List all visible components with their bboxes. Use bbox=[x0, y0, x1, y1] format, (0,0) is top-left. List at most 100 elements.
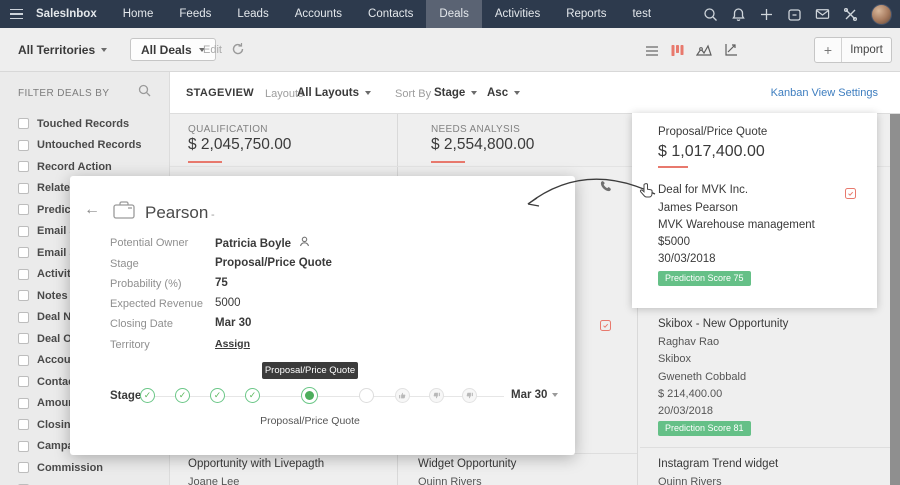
nav-item-contacts[interactable]: Contacts bbox=[355, 0, 426, 28]
mail-icon[interactable] bbox=[815, 7, 830, 22]
search-icon[interactable] bbox=[703, 7, 718, 22]
territory-selector[interactable]: All Territories bbox=[18, 43, 107, 57]
user-avatar[interactable] bbox=[871, 4, 892, 25]
create-import-group: + Import bbox=[814, 37, 892, 63]
thumb-down-icon[interactable] bbox=[429, 388, 444, 403]
filter-item[interactable] bbox=[0, 479, 170, 485]
list-view-icon[interactable] bbox=[645, 44, 659, 62]
checkbox[interactable] bbox=[18, 333, 29, 344]
chart-view-icon[interactable] bbox=[696, 44, 712, 62]
filter-title: FILTER DEALS BY bbox=[18, 88, 109, 99]
hamburger-icon[interactable] bbox=[0, 0, 30, 28]
stage-value[interactable]: Proposal/Price Quote bbox=[215, 257, 332, 269]
calendar-icon[interactable] bbox=[787, 7, 802, 22]
checkbox[interactable] bbox=[18, 226, 29, 237]
title-edit-hint[interactable]: - bbox=[211, 209, 215, 221]
deal-title[interactable]: Skibox - New Opportunity bbox=[658, 318, 788, 330]
checkbox[interactable] bbox=[18, 140, 29, 151]
task-icon[interactable] bbox=[845, 186, 856, 204]
stage-done-icon[interactable]: ✓ bbox=[175, 388, 190, 403]
checkbox[interactable] bbox=[18, 398, 29, 409]
kanban-view-settings-link[interactable]: Kanban View Settings bbox=[771, 87, 878, 99]
deal-title[interactable]: Widget Opportunity bbox=[418, 458, 516, 470]
checkbox[interactable] bbox=[18, 462, 29, 473]
nav-item-leads[interactable]: Leads bbox=[224, 0, 281, 28]
plus-icon[interactable] bbox=[759, 7, 774, 22]
deal-title[interactable]: Instagram Trend widget bbox=[658, 458, 778, 470]
checkbox[interactable] bbox=[18, 290, 29, 301]
territory-assign-link[interactable]: Assign bbox=[215, 338, 250, 350]
briefcase-icon bbox=[112, 200, 136, 225]
field-label: Territory bbox=[110, 339, 150, 351]
tools-icon[interactable] bbox=[843, 7, 858, 22]
thumb-down-icon[interactable] bbox=[462, 388, 477, 403]
checkbox[interactable] bbox=[18, 419, 29, 430]
stage-done-icon[interactable]: ✓ bbox=[210, 388, 225, 403]
deal-date: 30/03/2018 bbox=[658, 253, 716, 265]
field-label: Closing Date bbox=[110, 318, 173, 330]
nav-items: SalesInbox Home Feeds Leads Accounts Con… bbox=[30, 0, 664, 28]
checkbox[interactable] bbox=[18, 312, 29, 323]
nav-item-reports[interactable]: Reports bbox=[553, 0, 619, 28]
probability-value[interactable]: 75 bbox=[215, 277, 228, 289]
checkbox[interactable] bbox=[18, 269, 29, 280]
edit-button[interactable]: Edit bbox=[203, 44, 222, 56]
kanban-view-icon[interactable] bbox=[671, 44, 684, 62]
crm-deals-screen: SalesInbox Home Feeds Leads Accounts Con… bbox=[0, 0, 900, 485]
import-button[interactable]: Import bbox=[842, 38, 891, 62]
nav-item-activities[interactable]: Activities bbox=[482, 0, 553, 28]
checkbox[interactable] bbox=[18, 355, 29, 366]
closing-date-value[interactable]: Mar 30 bbox=[215, 317, 251, 329]
filter-search-icon[interactable] bbox=[138, 84, 151, 102]
sort-field-selector[interactable]: Stage bbox=[434, 87, 477, 99]
column-qualification-name: QUALIFICATION bbox=[188, 124, 268, 135]
back-arrow-icon[interactable]: ← bbox=[84, 202, 100, 218]
filter-item[interactable]: Commission bbox=[0, 457, 170, 479]
checkbox[interactable] bbox=[18, 441, 29, 452]
stage-upcoming-icon[interactable] bbox=[359, 388, 374, 403]
timeline-date-selector[interactable]: Mar 30 bbox=[511, 389, 558, 401]
filter-item[interactable]: Untouched Records bbox=[0, 135, 170, 157]
stageview-title: STAGEVIEW bbox=[186, 87, 254, 99]
task-icon[interactable] bbox=[600, 318, 611, 336]
thumb-up-icon[interactable] bbox=[395, 388, 410, 403]
stage-current-icon[interactable] bbox=[301, 387, 318, 404]
forecast-view-icon[interactable] bbox=[724, 43, 738, 62]
top-nav: SalesInbox Home Feeds Leads Accounts Con… bbox=[0, 0, 900, 28]
prediction-score-badge: Prediction Score 75 bbox=[658, 271, 751, 286]
deal-owner: Quinn Rivers bbox=[658, 476, 722, 485]
layouts-selector[interactable]: All Layouts bbox=[297, 87, 371, 99]
checkbox[interactable] bbox=[18, 204, 29, 215]
person-icon[interactable] bbox=[299, 238, 310, 250]
expected-revenue-value[interactable]: 5000 bbox=[215, 297, 241, 309]
potential-owner-value[interactable]: Patricia Boyle bbox=[215, 236, 310, 250]
filter-item[interactable]: Record Action bbox=[0, 156, 170, 178]
checkbox[interactable] bbox=[18, 376, 29, 387]
deal-owner: Joane Lee bbox=[188, 476, 239, 485]
deal-detail-overlay: ← Pearson - Potential Owner Patricia Boy… bbox=[70, 176, 575, 455]
checkbox[interactable] bbox=[18, 161, 29, 172]
field-label: Potential Owner bbox=[110, 237, 188, 249]
checkbox[interactable] bbox=[18, 183, 29, 194]
nav-item-feeds[interactable]: Feeds bbox=[166, 0, 224, 28]
filter-item[interactable]: Touched Records bbox=[0, 113, 170, 135]
scroll-strip[interactable] bbox=[890, 114, 900, 485]
deal-title[interactable]: Opportunity with Livepagth bbox=[188, 458, 324, 470]
sort-order-selector[interactable]: Asc bbox=[487, 87, 520, 99]
bell-icon[interactable] bbox=[731, 7, 746, 22]
nav-item-accounts[interactable]: Accounts bbox=[282, 0, 355, 28]
stage-done-icon[interactable]: ✓ bbox=[140, 388, 155, 403]
add-deal-button[interactable]: + bbox=[815, 38, 842, 62]
checkbox[interactable] bbox=[18, 247, 29, 258]
timeline-stage-label: Stage bbox=[110, 390, 141, 402]
deal-title[interactable]: Deal for MVK Inc. bbox=[658, 184, 748, 196]
nav-item-deals[interactable]: Deals bbox=[426, 0, 481, 28]
stage-done-icon[interactable]: ✓ bbox=[245, 388, 260, 403]
nav-item-test[interactable]: test bbox=[619, 0, 664, 28]
checkbox[interactable] bbox=[18, 118, 29, 129]
chevron-down-icon bbox=[514, 91, 520, 95]
nav-item-home[interactable]: Home bbox=[110, 0, 167, 28]
refresh-icon[interactable] bbox=[231, 42, 245, 61]
nav-item-salesinbox[interactable]: SalesInbox bbox=[30, 0, 110, 28]
column-accent bbox=[431, 161, 465, 163]
